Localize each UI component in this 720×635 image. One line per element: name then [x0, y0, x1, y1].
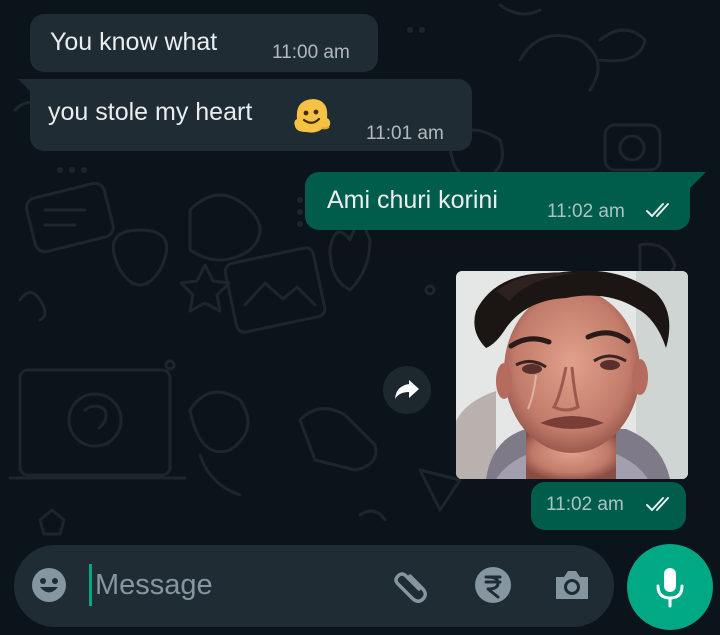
bubble-tail	[690, 172, 706, 188]
camera-icon	[556, 571, 588, 599]
text-cursor	[89, 564, 92, 606]
message-input[interactable]	[95, 562, 365, 608]
image-message-footer[interactable]: 11:02 am	[531, 482, 686, 530]
emoji-button[interactable]	[31, 567, 67, 603]
crying-man-photo	[456, 271, 688, 479]
message-text: you stole my heart	[48, 98, 253, 126]
message-timestamp: 11:02 am	[547, 201, 625, 222]
forward-icon	[395, 380, 419, 399]
attach-button[interactable]	[390, 564, 434, 608]
message-text: You know what	[50, 28, 218, 56]
payment-button[interactable]	[472, 564, 514, 606]
forward-button[interactable]	[383, 366, 431, 414]
outgoing-message-bubble[interactable]: Ami churi korini 11:02 am	[305, 172, 690, 230]
melting-face-emoji-icon	[294, 99, 331, 133]
read-receipt-ticks-icon	[646, 203, 669, 217]
rupee-payment-icon	[475, 567, 511, 603]
microphone-icon	[656, 568, 684, 608]
camera-button[interactable]	[550, 564, 594, 606]
voice-message-button[interactable]	[627, 544, 713, 630]
emoji-icon	[32, 568, 66, 602]
message-timestamp: 11:02 am	[546, 494, 624, 515]
message-timestamp: 11:01 am	[366, 123, 444, 144]
incoming-message-bubble[interactable]: You know what 11:00 am	[30, 14, 378, 72]
message-timestamp: 11:00 am	[272, 42, 350, 63]
incoming-message-bubble[interactable]: you stole my heart 11:01 am	[30, 79, 472, 151]
read-receipt-ticks-icon	[646, 497, 669, 511]
image-message[interactable]	[456, 271, 688, 479]
attachment-icon	[394, 572, 427, 603]
message-text: Ami churi korini	[327, 186, 498, 214]
